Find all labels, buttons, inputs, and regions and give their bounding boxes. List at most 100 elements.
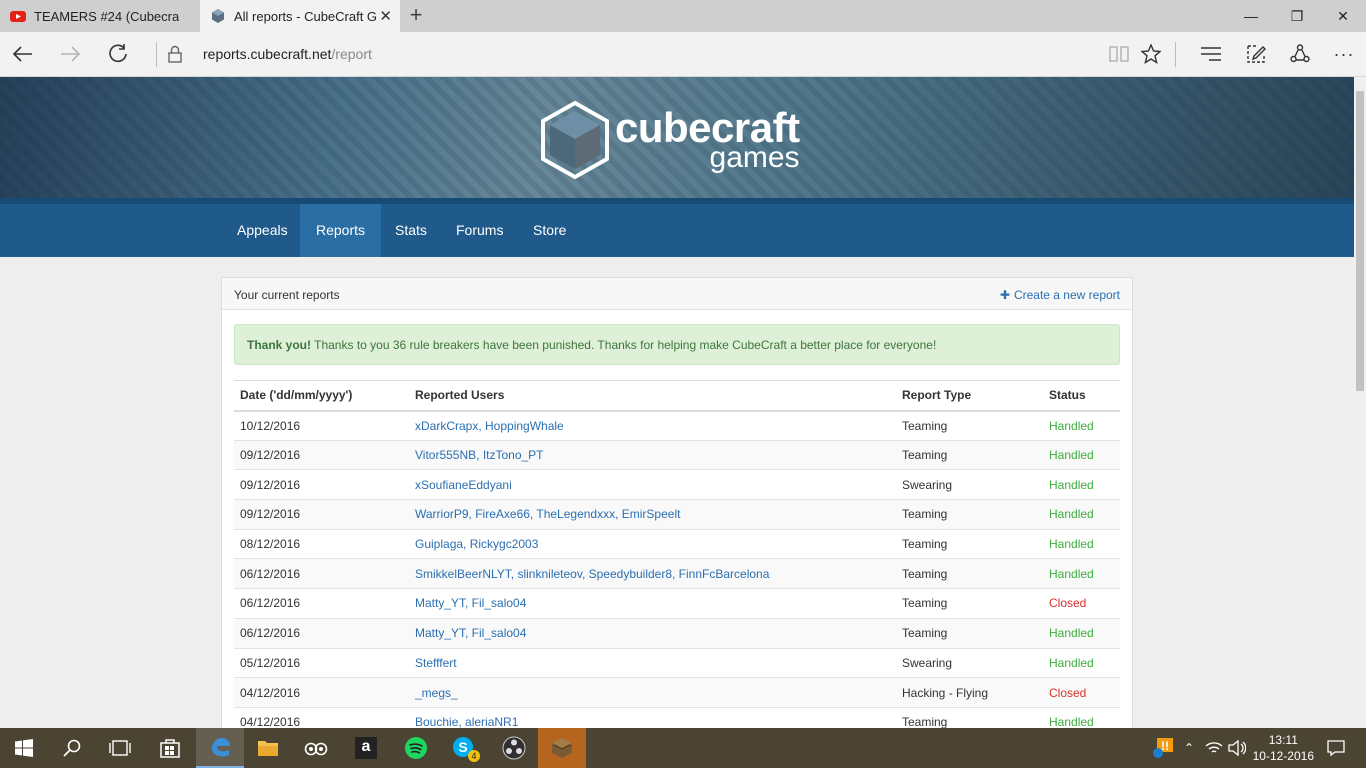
star-icon	[1140, 43, 1162, 64]
back-button[interactable]	[7, 40, 39, 68]
amazon-icon: a	[355, 737, 377, 759]
taskbar-tripadvisor[interactable]	[292, 728, 340, 768]
url-field[interactable]: reports.cubecraft.net/report	[203, 46, 372, 62]
tab-youtube[interactable]: TEAMERS #24 (Cubecraft re	[0, 0, 199, 32]
cell-status: Handled	[1043, 648, 1120, 679]
reported-users-link[interactable]: Matty_YT, Fil_salo04	[409, 588, 896, 619]
taskbar-file-explorer[interactable]	[244, 728, 292, 768]
cell-report-type: Teaming	[896, 558, 1043, 590]
cube-logo-icon	[541, 101, 609, 179]
start-button[interactable]	[0, 728, 48, 768]
reported-users-link[interactable]: Guiplaga, Rickygc2003	[409, 529, 896, 560]
taskbar-amazon[interactable]: a	[342, 728, 390, 768]
nav-store[interactable]: Store	[517, 204, 582, 257]
address-bar: reports.cubecraft.net/report ···	[0, 32, 1366, 77]
table-row: 09/12/2016 WarriorP9, FireAxe66, TheLegen…	[234, 499, 1120, 530]
taskbar-store[interactable]	[146, 728, 194, 768]
taskbar-spotify[interactable]	[392, 728, 440, 768]
chevron-up-icon: ⌃	[1183, 741, 1195, 755]
table-row: 05/12/2016 Stefffert Swearing Handled	[234, 648, 1120, 679]
page-scrollbar[interactable]	[1354, 77, 1366, 728]
minimize-button[interactable]: —	[1228, 0, 1274, 32]
back-arrow-icon	[12, 46, 32, 62]
search-button[interactable]	[48, 728, 96, 768]
reported-users-link[interactable]: Vitor555NB, ItzTono_PT	[409, 440, 896, 471]
reported-users-link[interactable]: Bouchie, aleriaNR1	[409, 707, 896, 728]
reported-users-link[interactable]: xDarkCrapx, HoppingWhale	[409, 410, 896, 441]
volume-button[interactable]	[1226, 728, 1248, 768]
reported-users-link[interactable]: SmikkelBeerNLYT, slinknileteov, Speedybu…	[409, 558, 896, 590]
cubecraft-logo[interactable]: cubecraft games	[541, 101, 800, 179]
taskbar-minecraft[interactable]	[538, 728, 586, 768]
table-row: 06/12/2016 Matty_YT, Fil_salo04 Teaming Clo…	[234, 588, 1120, 619]
tray-notification-app[interactable]: !!	[1150, 728, 1178, 768]
taskbar-skype[interactable]: S 4	[440, 728, 488, 768]
create-report-link[interactable]: ✚ Create a new report	[1000, 288, 1120, 302]
reported-users-link[interactable]: Stefffert	[409, 648, 896, 679]
more-menu-button[interactable]: ···	[1327, 40, 1361, 68]
lock-icon[interactable]	[168, 45, 182, 63]
tab-bar: TEAMERS #24 (Cubecraft re All reports - …	[0, 0, 1366, 32]
taskbar-edge[interactable]	[196, 728, 244, 768]
cell-date: 09/12/2016	[234, 499, 409, 530]
nav-appeals[interactable]: Appeals	[221, 204, 304, 257]
reported-users-link[interactable]: _megs_	[409, 677, 896, 708]
cell-date: 09/12/2016	[234, 469, 409, 501]
divider	[1175, 42, 1176, 67]
cell-date: 06/12/2016	[234, 588, 409, 619]
action-center-button[interactable]	[1318, 728, 1354, 768]
nav-reports[interactable]: Reports	[300, 204, 382, 257]
scrollbar-thumb[interactable]	[1356, 91, 1364, 391]
reported-users-link[interactable]: WarriorP9, FireAxe66, TheLegendxxx, Emir…	[409, 499, 896, 530]
cell-status: Handled	[1043, 529, 1120, 560]
tab-all-reports[interactable]: All reports - CubeCraft G ✕	[200, 0, 400, 32]
ellipsis-icon: ···	[1333, 44, 1355, 64]
table-header-row: Date ('dd/mm/yyyy') Reported Users Repor…	[234, 380, 1120, 412]
taskbar-obs[interactable]	[490, 728, 538, 768]
alert-text: Thanks to you 36 rule breakers have been…	[311, 338, 937, 352]
url-path: /report	[331, 46, 372, 62]
panel-title: Your current reports	[234, 288, 340, 302]
task-view-button[interactable]	[96, 728, 144, 768]
table-row: 04/12/2016 Bouchie, aleriaNR1 Teaming Handl…	[234, 707, 1120, 728]
pen-note-icon	[1247, 45, 1266, 63]
reported-users-link[interactable]: xSoufianeEddyani	[409, 469, 896, 501]
share-button[interactable]	[1283, 40, 1317, 68]
reading-view-button[interactable]	[1102, 40, 1136, 68]
close-window-button[interactable]: ✕	[1320, 0, 1366, 32]
create-report-label: Create a new report	[1013, 288, 1120, 302]
reported-users-link[interactable]: Matty_YT, Fil_salo04	[409, 618, 896, 649]
file-explorer-icon	[258, 741, 278, 756]
store-icon	[160, 739, 180, 758]
success-alert: Thank you! Thanks to you 36 rule breaker…	[234, 324, 1120, 365]
clock-time: 13:11	[1268, 733, 1298, 747]
cell-date: 08/12/2016	[234, 529, 409, 560]
reports-table: Date ('dd/mm/yyyy') Reported Users Repor…	[234, 380, 1120, 728]
cell-status: Handled	[1043, 499, 1120, 530]
cell-report-type: Teaming	[896, 499, 1043, 530]
column-header-type: Report Type	[896, 380, 1043, 412]
show-hidden-icons-button[interactable]: ⌃	[1178, 728, 1200, 768]
restore-button[interactable]: ❐	[1274, 0, 1320, 32]
nav-stats[interactable]: Stats	[379, 204, 443, 257]
close-tab-icon[interactable]: ✕	[379, 7, 392, 25]
cell-status: Handled	[1043, 469, 1120, 501]
network-button[interactable]	[1203, 728, 1225, 768]
cell-status: Handled	[1043, 440, 1120, 471]
refresh-icon	[109, 44, 127, 63]
new-tab-button[interactable]: +	[404, 3, 428, 29]
refresh-button[interactable]	[102, 40, 134, 68]
cell-status: Handled	[1043, 707, 1120, 728]
cell-status: Handled	[1043, 618, 1120, 649]
web-note-button[interactable]	[1239, 40, 1273, 68]
cube-icon	[212, 9, 224, 23]
taskbar-clock[interactable]: 13:11 10-12-2016	[1253, 732, 1314, 764]
hub-button[interactable]	[1194, 40, 1228, 68]
page-viewport: cubecraft games Appeals Reports Stats Fo…	[0, 77, 1354, 728]
spotify-icon	[405, 737, 427, 759]
nav-forums[interactable]: Forums	[440, 204, 519, 257]
forward-button[interactable]	[54, 40, 86, 68]
search-icon	[63, 739, 81, 757]
cell-report-type: Teaming	[896, 440, 1043, 471]
favorite-button[interactable]	[1134, 40, 1168, 68]
